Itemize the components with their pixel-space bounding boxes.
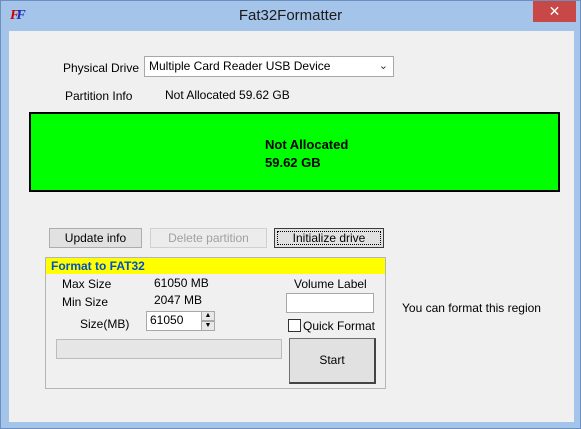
max-size-value: 61050 MB [154,276,209,290]
partition-info-value: Not Allocated 59.62 GB [165,88,290,102]
app-window: FF Fat32Formatter ✕ Physical Drive Multi… [0,0,581,429]
volume-label-input[interactable] [286,293,374,313]
title-bar[interactable]: FF Fat32Formatter ✕ [1,1,580,31]
chevron-down-icon[interactable]: ⌄ [379,59,388,72]
spin-down-icon[interactable]: ▼ [201,321,215,331]
min-size-label: Min Size [62,295,109,309]
format-group-title: Format to FAT32 [46,258,385,274]
close-icon: ✕ [548,3,561,19]
partition-bar[interactable]: Not Allocated 59.62 GB [29,112,560,192]
physical-drive-label: Physical Drive [63,61,140,75]
partition-info-label: Partition Info [65,89,133,103]
start-button[interactable]: Start [289,338,376,384]
min-size-value: 2047 MB [154,293,203,307]
physical-drive-select[interactable]: Multiple Card Reader USB Device ⌄ [144,56,394,77]
initialize-drive-button[interactable]: Initialize drive [274,228,384,248]
size-label: Size(MB) [80,317,130,331]
format-hint: You can format this region [402,301,541,315]
spin-up-icon[interactable]: ▲ [201,311,215,321]
size-input[interactable]: 61050 [146,311,202,331]
delete-partition-button[interactable]: Delete partition [150,228,267,248]
main-panel: Physical Drive Multiple Card Reader USB … [9,31,574,422]
quick-format-checkbox[interactable] [288,319,301,332]
close-button[interactable]: ✕ [533,1,576,22]
volume-label-label: Volume Label [294,277,367,291]
format-progress-bar [56,339,282,359]
update-info-button[interactable]: Update info [49,228,142,248]
format-group: Format to FAT32 Max Size 61050 MB Min Si… [45,257,386,389]
window-title: Fat32Formatter [238,7,343,24]
selected-drive-value: Multiple Card Reader USB Device [149,59,331,73]
max-size-label: Max Size [62,277,112,291]
partition-bar-size: 59.62 GB [265,155,321,170]
quick-format-label[interactable]: Quick Format [303,319,375,333]
partition-bar-status: Not Allocated [265,137,349,152]
